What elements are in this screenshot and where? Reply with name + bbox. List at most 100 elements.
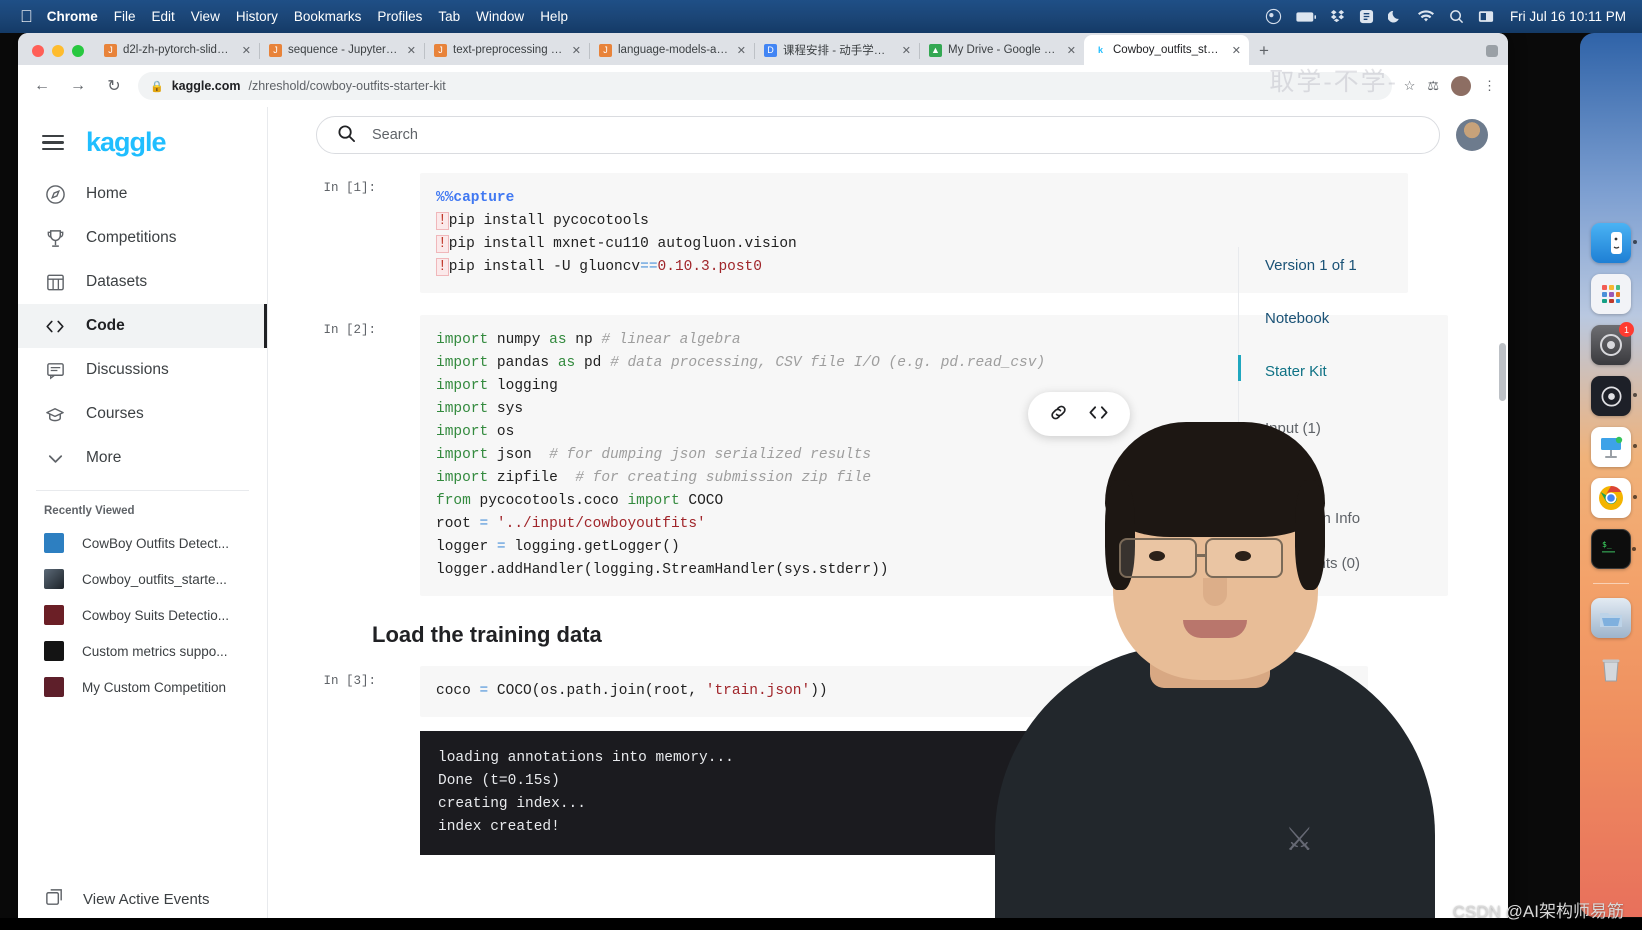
meta-section-input[interactable]: Input (1) [1265,406,1508,451]
window-traffic-lights[interactable] [28,45,94,65]
sync-icon[interactable] [1359,9,1374,24]
view-active-events-button[interactable]: View Active Events [18,887,209,912]
speech-bubble-icon [44,359,66,381]
version-link[interactable]: Version 1 of 1 [1265,247,1508,300]
code-token: COCO [679,493,724,509]
arrow-left-icon[interactable]: ← [30,77,54,95]
finder-icon[interactable] [1591,223,1637,263]
close-icon[interactable]: ✕ [570,44,581,57]
list-item[interactable]: Cowboy_outfits_starte... [18,561,267,597]
search-icon[interactable] [1449,9,1464,24]
kebab-menu-icon[interactable]: ⋮ [1483,78,1496,94]
battery-icon[interactable] [1296,11,1316,23]
meta-section-execution-info[interactable]: Execution Info [1265,496,1508,541]
sidebar-item-label: Competitions [86,229,177,246]
search-input[interactable]: Search [316,116,1440,154]
browser-tab-5[interactable]: D 课程安排 - 动手学深度学习课程 ✕ [754,35,920,65]
close-icon[interactable]: ✕ [900,44,911,57]
minimize-window-button[interactable] [52,45,64,57]
menubar-item-chrome[interactable]: Chrome [47,9,98,24]
display-icon[interactable] [1478,10,1494,24]
link-icon[interactable] [1048,402,1069,426]
close-icon[interactable]: ✕ [240,44,251,57]
list-item[interactable]: My Custom Competition [18,669,267,705]
menubar-clock[interactable]: Fri Jul 16 10:11 PM [1510,9,1626,24]
keynote-icon[interactable] [1591,427,1637,467]
code-brackets-icon[interactable] [1087,402,1110,426]
code-token: 0.10.3.post0 [657,259,762,275]
launchpad-icon[interactable] [1591,274,1631,314]
close-icon[interactable]: ✕ [735,44,746,57]
profile-avatar[interactable] [1451,76,1471,96]
webex-icon[interactable] [1265,8,1282,25]
sidebar-item-code[interactable]: Code [18,304,267,348]
apple-icon[interactable]:  [20,8,33,25]
close-icon[interactable]: ✕ [1065,44,1076,57]
star-icon[interactable]: ☆ [1404,78,1416,94]
drive-icon: ▲ [929,43,942,57]
browser-tab-1[interactable]: J d2l-zh-pytorch-slides/chapte ✕ [94,35,260,65]
menubar-item-profiles[interactable]: Profiles [377,9,422,24]
maximize-icon[interactable] [1486,45,1498,57]
downloads-folder-icon[interactable] [1591,598,1631,638]
list-item[interactable]: Cowboy Suits Detectio... [18,597,267,633]
menubar-item-help[interactable]: Help [540,9,568,24]
sidebar-item-competitions[interactable]: Competitions [18,216,267,260]
code-editor[interactable]: coco = COCO(os.path.join(root, 'train.js… [420,666,1368,717]
browser-tab-7-active[interactable]: k Cowboy_outfits_starter_kit | K ✕ [1084,35,1249,65]
menubar-item-edit[interactable]: Edit [152,9,175,24]
code-token: pip install pycocotools [448,213,649,229]
obs-icon[interactable] [1591,376,1637,416]
meta-section-output[interactable]: Output [1265,451,1508,496]
menubar-item-file[interactable]: File [114,9,136,24]
window-controls[interactable] [1486,45,1508,65]
trash-icon[interactable] [1591,649,1631,689]
meta-section-comments[interactable]: Comments (0) [1265,541,1508,586]
menubar-item-history[interactable]: History [236,9,278,24]
new-tab-button[interactable]: + [1249,42,1279,65]
hamburger-icon[interactable] [42,131,64,154]
cell-toolbar[interactable] [1028,392,1130,436]
search-placeholder: Search [372,127,418,143]
kaggle-logo[interactable]: kaggle [86,127,167,158]
cell-prompt: In [3]: [323,674,376,688]
dropbox-icon[interactable] [1330,9,1345,24]
list-item[interactable]: CowBoy Outfits Detect... [18,525,267,561]
reload-icon[interactable]: ↻ [102,76,126,96]
browser-tab-6[interactable]: ▲ My Drive - Google Drive ✕ [919,35,1084,65]
list-item[interactable]: Custom metrics suppo... [18,633,267,669]
notebook-meta-panel: Version 1 of 1 Notebook Stater Kit Input… [1238,247,1508,807]
close-icon[interactable]: ✕ [1230,44,1241,57]
sidebar-item-datasets[interactable]: Datasets [18,260,267,304]
sidebar-item-home[interactable]: Home [18,172,267,216]
menubar-item-window[interactable]: Window [476,9,524,24]
close-icon[interactable]: ✕ [405,44,416,57]
terminal-icon[interactable]: $_ [1591,529,1636,569]
sidebar-item-courses[interactable]: Courses [18,392,267,436]
browser-tab-4[interactable]: J language-models-and-datase ✕ [589,35,755,65]
moon-icon[interactable] [1387,9,1403,24]
tab-title: text-preprocessing - Jupyter | [453,44,564,56]
browser-tab-2[interactable]: J sequence - Jupyter Notebook ✕ [259,35,425,65]
toc-item-stater-kit[interactable]: Stater Kit [1238,353,1508,406]
chrome-icon[interactable] [1591,478,1637,518]
kaggle-icon: k [1094,43,1107,57]
menubar-item-tab[interactable]: Tab [438,9,460,24]
puzzle-icon[interactable]: ⚖ [1427,78,1439,94]
maximize-window-button[interactable] [72,45,84,57]
menubar-item-bookmarks[interactable]: Bookmarks [294,9,362,24]
address-bar[interactable]: 🔒 kaggle.com/zhreshold/cowboy-outfits-st… [138,72,1392,100]
close-window-button[interactable] [32,45,44,57]
code-token: ! [436,235,449,253]
wifi-icon[interactable] [1417,10,1435,23]
menubar-item-view[interactable]: View [191,9,220,24]
sidebar-item-more[interactable]: More [18,436,267,480]
sidebar-item-discussions[interactable]: Discussions [18,348,267,392]
browser-tab-3[interactable]: J text-preprocessing - Jupyter | ✕ [424,35,590,65]
chevron-down-icon [44,447,66,469]
arrow-right-icon[interactable]: → [66,77,90,95]
obs-studio-icon[interactable]: 1 [1591,322,1634,365]
avatar[interactable] [1456,119,1488,151]
thumbnail [44,569,64,589]
notebook-link[interactable]: Notebook [1265,300,1508,353]
